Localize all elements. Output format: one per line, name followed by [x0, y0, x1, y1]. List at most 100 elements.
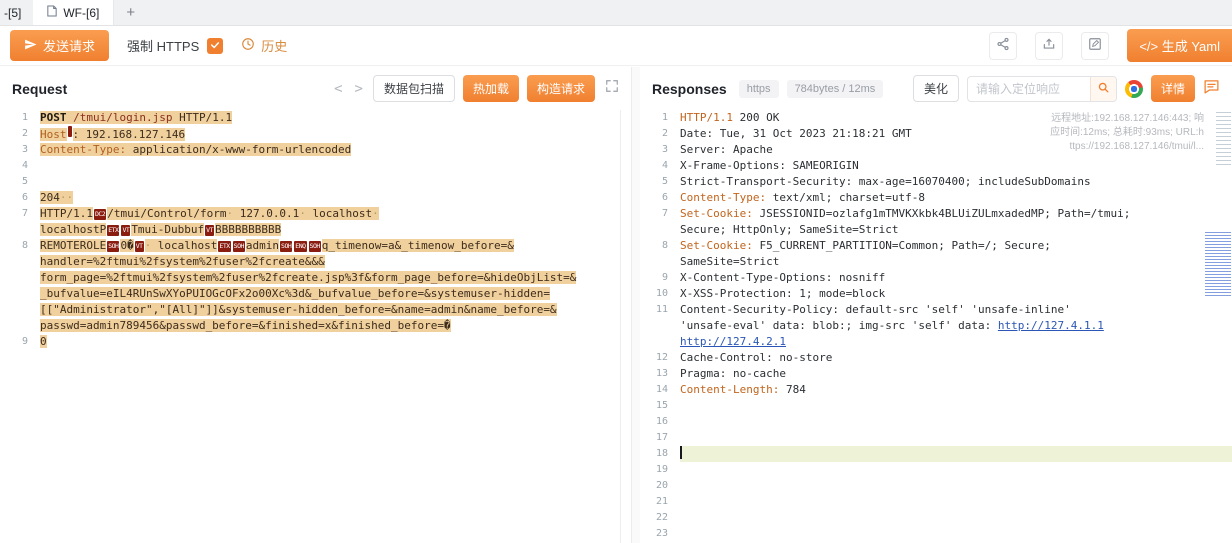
search-button[interactable]: [1090, 76, 1116, 102]
code-line[interactable]: 11Content-Security-Policy: default-src '…: [640, 302, 1232, 318]
response-editor[interactable]: 远程地址:192.168.127.146:443; 响 应时间:12ms; 总耗…: [640, 110, 1232, 543]
line-number: 14: [640, 382, 680, 398]
code-line[interactable]: 12Cache-Control: no-store: [640, 350, 1232, 366]
request-editor[interactable]: 1POST /tmui/login.jsp HTTP/1.12Host: 192…: [0, 110, 631, 543]
line-content: [["Administrator","[All]"]]&systemuser-h…: [40, 302, 631, 318]
tab-wf[interactable]: WF-[6]: [33, 0, 114, 25]
new-tab-button[interactable]: +: [126, 4, 135, 21]
code-line[interactable]: 3Content-Type: application/x-www-form-ur…: [0, 142, 631, 158]
code-line[interactable]: 19: [640, 462, 1232, 478]
code-line[interactable]: 'unsafe-eval' data: blob:; img-src 'self…: [640, 318, 1232, 334]
line-content: Pragma: no-cache: [680, 366, 1232, 382]
code-line[interactable]: localhostPETXVTTmui-DubbufVTBBBBBBBBBB: [0, 222, 631, 238]
control-char-badge: VT: [205, 225, 214, 236]
code-line[interactable]: 8Set-Cookie: F5_CURRENT_PARTITION=Common…: [640, 238, 1232, 254]
code-line[interactable]: 6Content-Type: text/xml; charset=utf-8: [640, 190, 1232, 206]
request-scrollbar[interactable]: [620, 110, 621, 543]
code-line[interactable]: http://127.4.2.1: [640, 334, 1232, 350]
control-char-badge: VT: [121, 225, 130, 236]
code-line[interactable]: 13Pragma: no-cache: [640, 366, 1232, 382]
code-line[interactable]: 21: [640, 494, 1232, 510]
code-line[interactable]: 4X-Frame-Options: SAMEORIGIN: [640, 158, 1232, 174]
line-content: HTTP/1.1 200 OK: [680, 110, 1232, 126]
line-content: [680, 430, 1232, 446]
document-icon: [47, 5, 57, 20]
construct-request-button[interactable]: 构造请求: [527, 75, 595, 102]
detail-button[interactable]: 详情: [1151, 75, 1195, 102]
code-line[interactable]: 3Server: Apache: [640, 142, 1232, 158]
fullscreen-icon[interactable]: [605, 79, 619, 98]
code-segment: 204: [40, 191, 60, 204]
send-request-button[interactable]: 发送请求: [10, 30, 109, 61]
search-input[interactable]: [968, 82, 1090, 96]
code-line[interactable]: 17: [640, 430, 1232, 446]
code-line[interactable]: 23: [640, 526, 1232, 542]
code-line[interactable]: 2Date: Tue, 31 Oct 2023 21:18:21 GMT: [640, 126, 1232, 142]
code-line[interactable]: 6204··: [0, 190, 631, 206]
code-line[interactable]: 90: [0, 334, 631, 350]
code-line[interactable]: 10X-XSS-Protection: 1; mode=block: [640, 286, 1232, 302]
line-content: SameSite=Strict: [680, 254, 1232, 270]
main-split: Request < > 数据包扫描 热加载 构造请求 1POST /tmui/l…: [0, 67, 1232, 543]
code-segment: Host: [40, 128, 67, 141]
chrome-icon[interactable]: [1125, 80, 1143, 98]
code-line[interactable]: 15: [640, 398, 1232, 414]
line-number: 2: [640, 126, 680, 142]
line-content: [680, 414, 1232, 430]
line-content: form_page=%2ftmui%2fsystem%2fuser%2fcrea…: [40, 270, 631, 286]
generate-yaml-button[interactable]: </> 生成 Yaml: [1127, 29, 1232, 62]
code-line[interactable]: 2Host: 192.168.127.146: [0, 126, 631, 142]
code-line[interactable]: 16: [640, 414, 1232, 430]
history-button[interactable]: 历史: [241, 36, 287, 55]
export-button[interactable]: [1035, 32, 1063, 60]
line-number: 10: [640, 286, 680, 302]
line-content: Cache-Control: no-store: [680, 350, 1232, 366]
code-line[interactable]: 18: [640, 446, 1232, 462]
code-segment: text/xml; charset=utf-8: [766, 191, 925, 204]
code-line[interactable]: [["Administrator","[All]"]]&systemuser-h…: [0, 302, 631, 318]
code-line[interactable]: handler=%2ftmui%2fsystem%2fuser%2fcreate…: [0, 254, 631, 270]
chevron-right-icon[interactable]: >: [353, 81, 365, 97]
beautify-button[interactable]: 美化: [913, 75, 959, 102]
code-line[interactable]: 7Set-Cookie: JSESSIONID=ozlafg1mTMVKXkbk…: [640, 206, 1232, 222]
code-line[interactable]: 4: [0, 158, 631, 174]
hot-reload-button[interactable]: 热加载: [463, 75, 519, 102]
line-number: 17: [640, 430, 680, 446]
line-number: 3: [640, 142, 680, 158]
code-line[interactable]: 5: [0, 174, 631, 190]
code-line[interactable]: 1POST /tmui/login.jsp HTTP/1.1: [0, 110, 631, 126]
line-content: 204··: [40, 190, 631, 206]
edit-icon: [1088, 37, 1102, 54]
code-segment: Content-Length:: [680, 383, 779, 396]
control-char-badge: ENQ: [294, 241, 306, 252]
code-segment: 784: [779, 383, 806, 396]
force-https-checkbox[interactable]: [207, 38, 223, 54]
code-line[interactable]: 1HTTP/1.1 200 OK: [640, 110, 1232, 126]
chevron-left-icon[interactable]: <: [332, 81, 344, 97]
chat-icon[interactable]: [1203, 78, 1220, 100]
text-cursor: [680, 446, 682, 459]
packet-scan-button[interactable]: 数据包扫描: [373, 75, 455, 102]
code-line[interactable]: 7HTTP/1.1DC2/tmui/Control/form· 127.0.0.…: [0, 206, 631, 222]
share-button[interactable]: [989, 32, 1017, 60]
code-line[interactable]: 8REMOTEROLESOH0�VT· localhostETXSOHadmin…: [0, 238, 631, 254]
code-line[interactable]: SameSite=Strict: [640, 254, 1232, 270]
code-line[interactable]: 9X-Content-Type-Options: nosniff: [640, 270, 1232, 286]
panel-divider[interactable]: [632, 67, 640, 543]
code-segment: http://127.4.1.1: [998, 319, 1104, 332]
code-line[interactable]: 20: [640, 478, 1232, 494]
code-line[interactable]: Secure; HttpOnly; SameSite=Strict: [640, 222, 1232, 238]
code-line[interactable]: 22: [640, 510, 1232, 526]
code-line[interactable]: 14Content-Length: 784: [640, 382, 1232, 398]
line-content: POST /tmui/login.jsp HTTP/1.1: [40, 110, 631, 126]
code-line[interactable]: form_page=%2ftmui%2fsystem%2fuser%2fcrea…: [0, 270, 631, 286]
send-icon: [24, 38, 37, 54]
edit-button[interactable]: [1081, 32, 1109, 60]
code-line[interactable]: 5Strict-Transport-Security: max-age=1607…: [640, 174, 1232, 190]
code-segment: localhost: [306, 207, 372, 220]
code-segment: HTTP/1.1: [172, 111, 232, 124]
force-https-group: 强制 HTTPS: [127, 36, 223, 55]
code-line[interactable]: _bufvalue=eIL4RUnSwXYoPUIOGcOFx2o00Xc%3d…: [0, 286, 631, 302]
code-line[interactable]: passwd=admin789456&passwd_before=&finish…: [0, 318, 631, 334]
code-segment: Tmui-Dubbuf: [131, 223, 204, 236]
